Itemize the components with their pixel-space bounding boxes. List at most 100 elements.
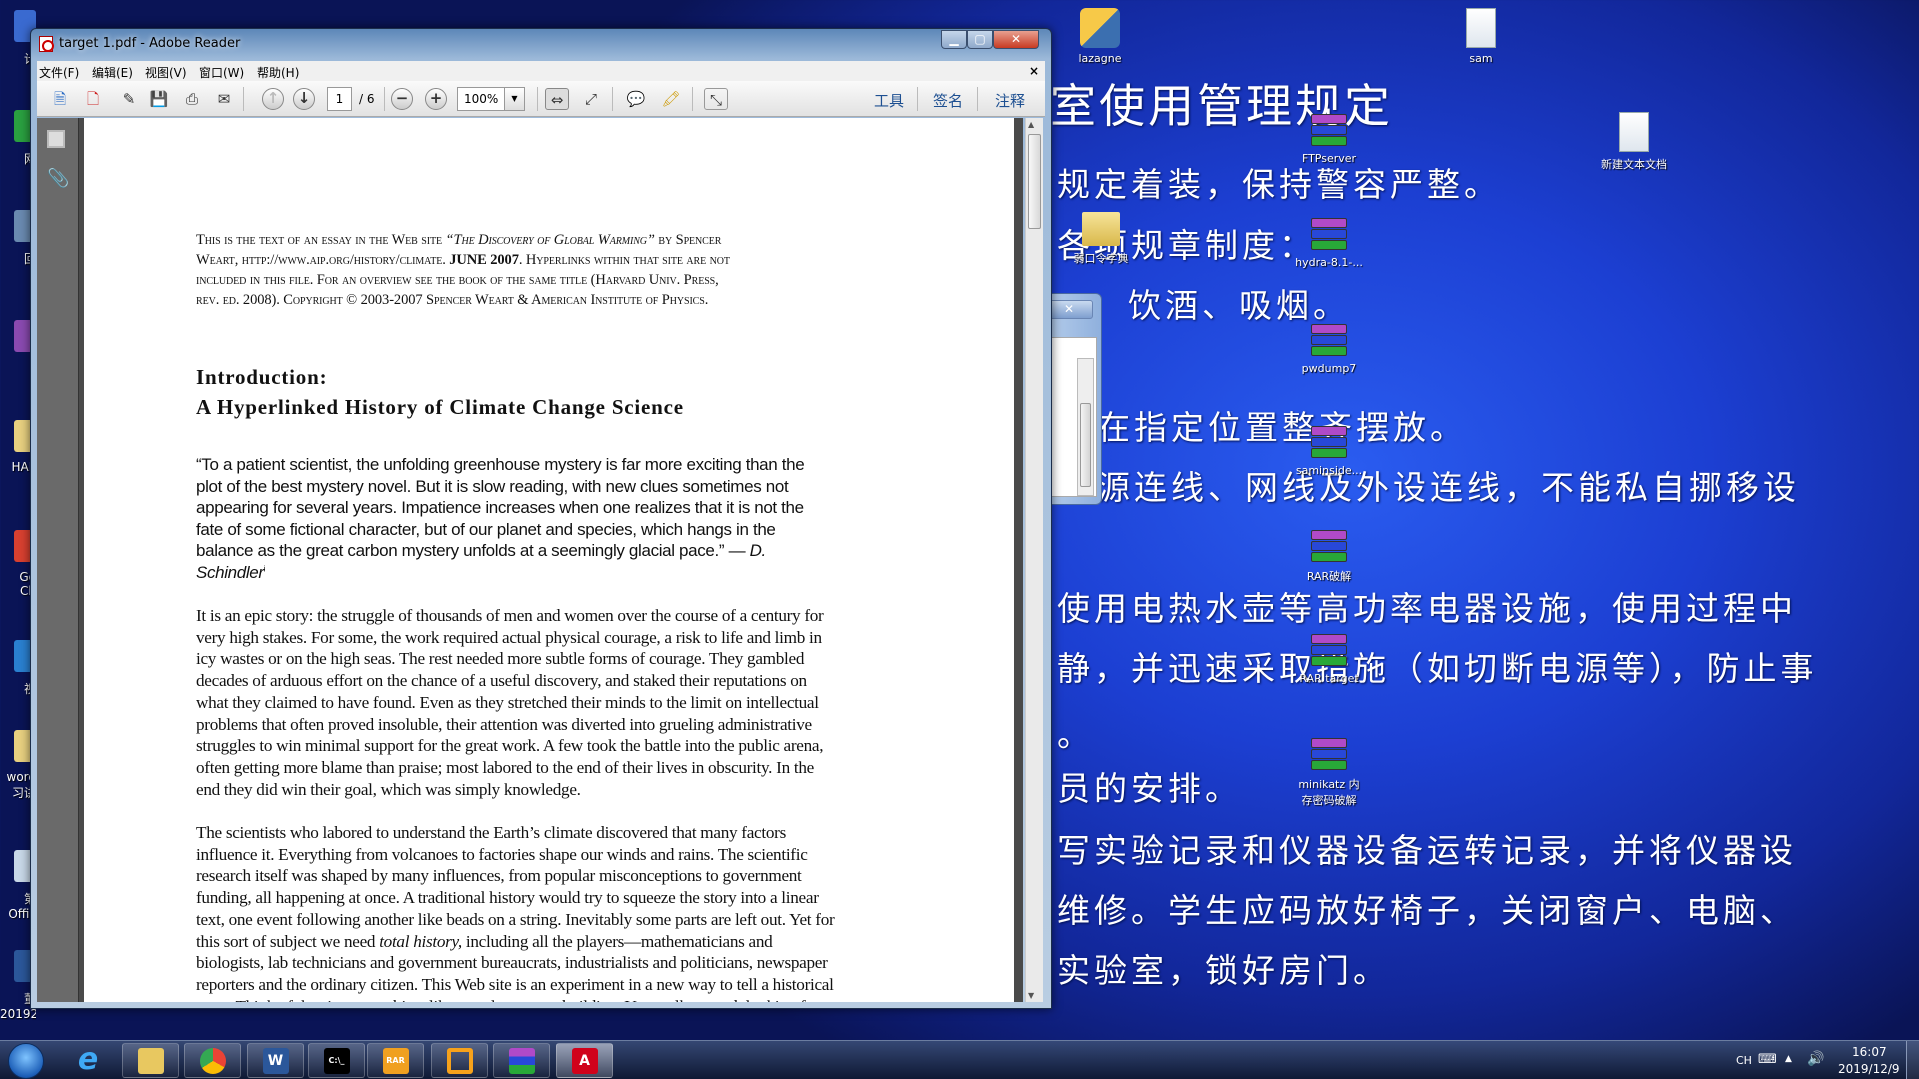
- email-icon[interactable]: ✉: [212, 88, 236, 110]
- maximize-button[interactable]: ▢: [967, 30, 993, 49]
- attachments-paperclip-icon[interactable]: 📎: [47, 168, 69, 189]
- taskbar-button-cmd[interactable]: C:\_: [308, 1043, 365, 1078]
- text-span: . Hyperlinks within that site are not: [518, 252, 730, 268]
- comment-icon[interactable]: 💬: [624, 88, 648, 110]
- winrar-archive-icon: [1309, 420, 1349, 460]
- menu-help[interactable]: 帮助(H): [257, 64, 299, 81]
- open-file-icon[interactable]: 🗎: [48, 88, 72, 110]
- clock-time[interactable]: 16:07: [1852, 1045, 1887, 1059]
- text-span: what they claimed to have found. Even as…: [196, 692, 819, 712]
- file-icon: [1466, 8, 1496, 48]
- text-line: included in this file. For an overview s…: [196, 272, 719, 289]
- winrar-icon: [508, 1047, 535, 1074]
- previous-page-icon[interactable]: ↑: [262, 88, 284, 110]
- dialog-close-button[interactable]: ✕: [1045, 300, 1093, 319]
- create-pdf-icon[interactable]: 🗋: [81, 88, 105, 110]
- desktop-icon[interactable]: hydra-8.1-...: [1284, 212, 1374, 269]
- sign-tab[interactable]: 签名: [933, 90, 963, 111]
- save-icon[interactable]: 💾: [147, 88, 171, 110]
- tools-tab[interactable]: 工具: [874, 90, 904, 111]
- desktop-icon-label: sam: [1469, 52, 1493, 65]
- python-console-icon: [1080, 8, 1120, 48]
- text-span: fate of some fictional character, but of…: [196, 519, 776, 539]
- taskbar-button-windows-explorer[interactable]: [122, 1043, 179, 1078]
- start-button[interactable]: [8, 1043, 44, 1079]
- zoom-out-icon[interactable]: −: [391, 88, 413, 110]
- text-span: plot of the best mystery novel. But it i…: [196, 476, 789, 496]
- navigation-panel: 📎: [37, 118, 79, 1002]
- menu-edit[interactable]: 编辑(E): [92, 64, 133, 81]
- winrar-archive-icon: [1309, 108, 1349, 148]
- desktop-icon[interactable]: pwdump7: [1284, 318, 1374, 375]
- scroll-down-icon[interactable]: ▼: [1028, 991, 1034, 1000]
- text-span: by Spencer: [654, 232, 722, 248]
- taskbar-button-winrar[interactable]: [493, 1043, 550, 1078]
- zoom-in-icon[interactable]: +: [425, 88, 447, 110]
- text-line: this sort of subject we need total histo…: [196, 932, 773, 952]
- title-bar[interactable]: target 1.pdf - Adobe Reader ▁ ▢ ✕: [31, 29, 1051, 59]
- desktop-icon[interactable]: sam: [1436, 8, 1526, 65]
- desktop-icon-label: lazagne: [1078, 52, 1122, 65]
- keyboard-icon[interactable]: ⌨: [1758, 1052, 1777, 1067]
- volume-icon[interactable]: 🔊: [1807, 1051, 1824, 1067]
- text-span: biologists, lab technicians and governme…: [196, 953, 828, 973]
- text-span: balance as the great carbon mystery unfo…: [196, 541, 750, 560]
- zoom-dropdown-chevron-icon[interactable]: ▼: [504, 87, 525, 111]
- full-screen-icon[interactable]: ⤡: [704, 88, 728, 110]
- fit-width-icon[interactable]: ⇔: [545, 88, 569, 110]
- scroll-up-icon[interactable]: ▲: [1028, 120, 1034, 129]
- text-line: what they claimed to have found. Even as…: [196, 693, 819, 713]
- language-indicator[interactable]: CH: [1736, 1054, 1752, 1067]
- text-line: The scientists who labored to understand…: [196, 823, 786, 843]
- desktop-icon-label: hydra-8.1-...: [1295, 256, 1363, 269]
- close-button[interactable]: ✕: [993, 30, 1039, 49]
- comment-tab[interactable]: 注释: [995, 90, 1025, 111]
- menu-window[interactable]: 窗口(W): [199, 64, 244, 81]
- clock-date[interactable]: 2019/12/9: [1838, 1062, 1900, 1076]
- taskbar-button-vmware[interactable]: [431, 1043, 488, 1078]
- internet-explorer-icon[interactable]: e: [72, 1045, 104, 1077]
- window-title: target 1.pdf - Adobe Reader: [59, 36, 241, 51]
- scrollbar-thumb[interactable]: [1028, 134, 1041, 229]
- next-page-icon[interactable]: ↓: [293, 88, 315, 110]
- taskbar-button-word[interactable]: W: [247, 1043, 304, 1078]
- taskbar-button-rar-password-cracker[interactable]: RAR: [367, 1043, 424, 1078]
- text-line: research itself was shaped by many influ…: [196, 866, 802, 886]
- taskbar-button-chrome[interactable]: [184, 1043, 241, 1078]
- menu-file[interactable]: 文件(F): [39, 64, 79, 81]
- notice-line: 员的安排。: [1057, 769, 1242, 808]
- edit-pdf-icon[interactable]: ✎: [117, 88, 141, 110]
- vertical-scrollbar[interactable]: ▲ ▼: [1025, 118, 1043, 1002]
- text-line: story. Think of the site as an object li…: [196, 997, 833, 1002]
- text-line: influence it. Everything from volcanoes …: [196, 845, 808, 865]
- cmd-icon: C:\_: [323, 1047, 350, 1074]
- page-thumbnails-icon[interactable]: [47, 130, 65, 148]
- text-line: struggles to win minimal support for the…: [196, 736, 824, 756]
- desktop-icon[interactable]: minikatz 内 存密码破解: [1284, 732, 1374, 808]
- desktop-icon-label: saminside...: [1295, 464, 1363, 477]
- folder-icon: [1082, 212, 1120, 246]
- desktop-icon[interactable]: 弱口令字典: [1056, 212, 1146, 266]
- notice-line: 维修。学生应码放好椅子，关闭窗户、电脑、: [1057, 891, 1797, 930]
- text-span: The scientists who labored to understand…: [196, 823, 786, 842]
- print-icon[interactable]: ⎙: [180, 88, 204, 110]
- highlight-icon[interactable]: 🖍: [659, 88, 683, 110]
- page-number-input[interactable]: 1: [327, 87, 352, 111]
- taskbar-button-adobe-reader[interactable]: A: [556, 1043, 613, 1078]
- adobe-reader-icon: A: [571, 1047, 598, 1074]
- toolbar-separator: [537, 87, 538, 111]
- minimize-button[interactable]: ▁: [941, 30, 967, 49]
- dialog-scrollbar[interactable]: [1077, 358, 1094, 496]
- desktop-icon[interactable]: RAR破解: [1284, 524, 1374, 584]
- close-document-button[interactable]: ×: [1029, 64, 1039, 78]
- desktop-icon[interactable]: FTPserver: [1284, 108, 1374, 165]
- desktop-icon[interactable]: lazagne: [1055, 8, 1145, 65]
- menu-view[interactable]: 视图(V): [145, 64, 187, 81]
- show-desktop-button[interactable]: [1906, 1041, 1919, 1079]
- desktop-icon[interactable]: saminside...: [1284, 420, 1374, 477]
- fit-page-icon[interactable]: ⤢: [579, 88, 603, 110]
- text-line: plot of the best mystery novel. But it i…: [196, 476, 789, 497]
- desktop-icon[interactable]: RAR target: [1284, 628, 1374, 685]
- show-hidden-icons-icon[interactable]: ▲: [1785, 1054, 1792, 1064]
- desktop-icon[interactable]: 新建文本文档: [1589, 112, 1679, 172]
